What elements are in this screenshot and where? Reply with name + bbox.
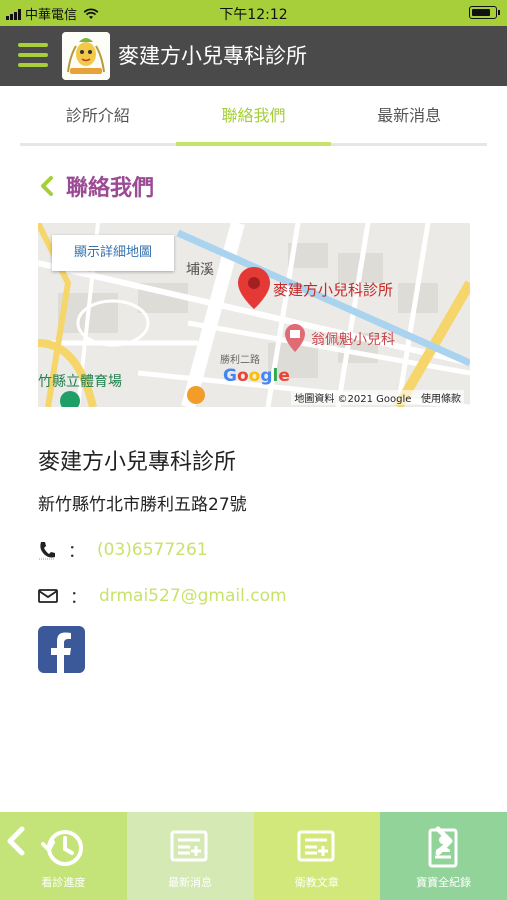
other-clinic-label: 翁佩魁小兒科: [311, 332, 395, 348]
clinic-name: 麥建方小兒專科診所: [38, 450, 237, 475]
phone-link[interactable]: (03)6577261: [97, 540, 208, 560]
menu-icon[interactable]: [18, 43, 48, 69]
battery-icon: [469, 6, 500, 19]
venue-label: 竹縣立體育場: [38, 374, 122, 390]
embedded-map[interactable]: 顯示詳細地圖 埔溪 勝利二路 竹縣立體育場 麥建方小兒科診所 翁佩魁小兒科 Go…: [38, 223, 470, 407]
show-detail-map-button[interactable]: 顯示詳細地圖: [52, 235, 174, 271]
facebook-icon[interactable]: [38, 626, 85, 673]
road-label: 埔溪: [186, 262, 214, 278]
app-title: 麥建方小兒專科診所: [118, 44, 307, 68]
tab-bar: 診所介紹 聯絡我們 最新消息: [20, 86, 487, 146]
tab-contact-us[interactable]: 聯絡我們: [175, 86, 332, 146]
chevron-left-icon[interactable]: [38, 175, 56, 197]
clinic-logo: [62, 32, 110, 80]
map-pin-icon[interactable]: [236, 265, 272, 311]
status-bar: 中華電信 下午12:12: [0, 0, 507, 26]
battery-level: [472, 9, 490, 16]
tab-latest-news[interactable]: 最新消息: [331, 86, 487, 143]
status-time: 下午12:12: [219, 7, 288, 23]
nav-appointment-progress[interactable]: 看診進度: [0, 812, 127, 900]
email-row: ： drmai527@gmail.com: [38, 583, 287, 608]
bottom-navigation: 看診進度 最新消息 衛教文章 寶寶全紀錄: [0, 812, 507, 900]
nav-label: 看診進度: [41, 876, 86, 889]
app-header: 麥建方小兒專科診所: [0, 26, 507, 86]
newspaper-icon: [297, 830, 335, 862]
mail-icon: [38, 588, 58, 603]
road-label: 勝利二路: [220, 355, 260, 366]
separator: ：: [70, 588, 87, 608]
map-terms-link[interactable]: 使用條款: [421, 394, 461, 405]
newspaper-icon: [170, 830, 208, 862]
google-logo: Google: [223, 366, 290, 386]
nav-baby-records[interactable]: 寶寶全紀錄: [380, 812, 507, 900]
nav-label: 最新消息: [168, 876, 213, 889]
nav-label: 衛教文章: [294, 876, 339, 889]
phone-row: ： (03)6577261: [38, 537, 208, 562]
hospital-marker-icon[interactable]: [284, 323, 306, 353]
clinic-pin-label: 麥建方小兒科診所: [273, 281, 394, 299]
map-copyright: 地圖資料 ©2021 Google: [294, 394, 412, 405]
chevron-right-icon[interactable]: [434, 826, 454, 856]
tab-clinic-intro[interactable]: 診所介紹: [20, 86, 176, 143]
chevron-left-icon[interactable]: [6, 826, 26, 856]
nav-health-articles[interactable]: 衛教文章: [253, 812, 381, 900]
nav-latest-news[interactable]: 最新消息: [126, 812, 254, 900]
clock-history-icon: [41, 830, 84, 866]
email-link[interactable]: drmai527@gmail.com: [99, 586, 287, 606]
phone-icon: [39, 541, 55, 559]
separator: ：: [68, 542, 85, 562]
section-title: 聯絡我們: [66, 176, 155, 201]
clinic-address: 新竹縣竹北市勝利五路27號: [38, 495, 247, 515]
section-header: 聯絡我們: [38, 170, 154, 202]
map-attribution: 地圖資料 ©2021 Google 使用條款: [291, 390, 464, 405]
nav-label: 寶寶全紀錄: [416, 876, 472, 889]
